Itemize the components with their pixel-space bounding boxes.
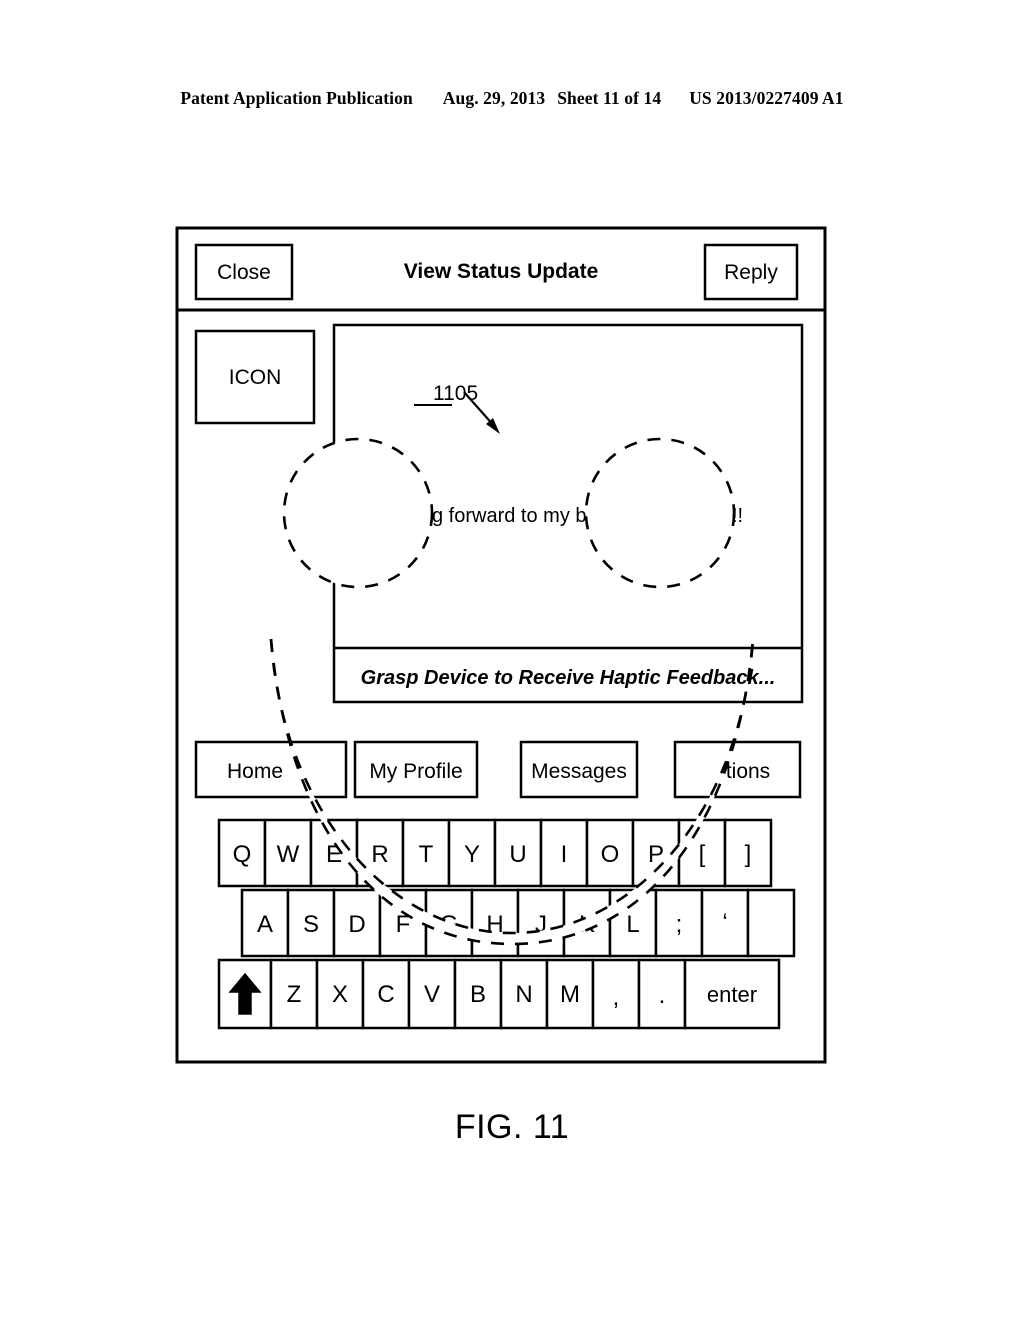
device-ui: Close View Status Update Reply ICON Home… (175, 226, 827, 1064)
key-label-semicolon: ; (676, 911, 683, 938)
nav-label-options: tions (726, 760, 770, 783)
haptic-prompt-text: Grasp Device to Receive Haptic Feedback.… (361, 667, 776, 689)
toolbar-title: View Status Update (404, 260, 599, 283)
key-label-w: W (277, 841, 300, 868)
key-label-k: K (579, 911, 595, 938)
nav-label-messages: Messages (531, 760, 627, 783)
navigation-bar (194, 740, 802, 799)
key-label-n: N (515, 981, 532, 1008)
key-label-d: D (348, 911, 365, 938)
nav-label-my-profile: My Profile (369, 760, 462, 783)
avatar-icon-box[interactable]: ICON (194, 329, 316, 425)
keyboard-row-3 (217, 958, 781, 1030)
key-label-enter: enter (707, 982, 757, 1007)
key-label-apostrophe: ‘ (722, 909, 727, 936)
close-button[interactable]: Close (194, 243, 294, 301)
key-label-bracket-right: ] (745, 841, 752, 868)
key-row2-extra[interactable] (746, 888, 796, 958)
avatar-icon-label: ICON (229, 366, 282, 389)
key-label-comma: , (613, 984, 620, 1011)
reply-button-label: Reply (724, 261, 778, 284)
toolbar: Close View Status Update Reply (177, 243, 825, 312)
key-label-c: C (377, 981, 394, 1008)
key-label-v: V (424, 981, 440, 1008)
key-label-r: R (371, 841, 388, 868)
keyboard-row-2 (240, 888, 796, 958)
key-label-x: X (332, 981, 348, 1008)
reply-button[interactable]: Reply (703, 243, 799, 301)
key-label-m: M (560, 981, 580, 1008)
key-label-bracket-left: [ (699, 841, 706, 868)
key-label-s: S (303, 911, 319, 938)
message-text-fragment-left: g forward to my bea (432, 505, 610, 527)
key-label-t: T (419, 841, 434, 868)
key-label-b: B (470, 981, 486, 1008)
key-label-period: . (659, 982, 666, 1009)
key-label-u: U (509, 841, 526, 868)
key-label-j: J (535, 911, 547, 938)
key-label-o: O (601, 841, 620, 868)
key-label-h: H (486, 911, 503, 938)
key-label-l: L (626, 911, 639, 938)
nav-label-home: Home (227, 760, 283, 783)
key-label-q: Q (233, 841, 252, 868)
key-label-a: A (257, 911, 273, 938)
key-label-e: E (326, 841, 342, 868)
key-label-y: Y (464, 841, 480, 868)
key-label-z: Z (287, 981, 302, 1008)
key-label-i: I (561, 841, 568, 868)
figure-caption: FIG. 11 (454, 1108, 570, 1146)
close-button-label: Close (217, 261, 271, 284)
patent-figure-page: Patent Application Publication Aug. 29, … (0, 0, 1024, 1320)
